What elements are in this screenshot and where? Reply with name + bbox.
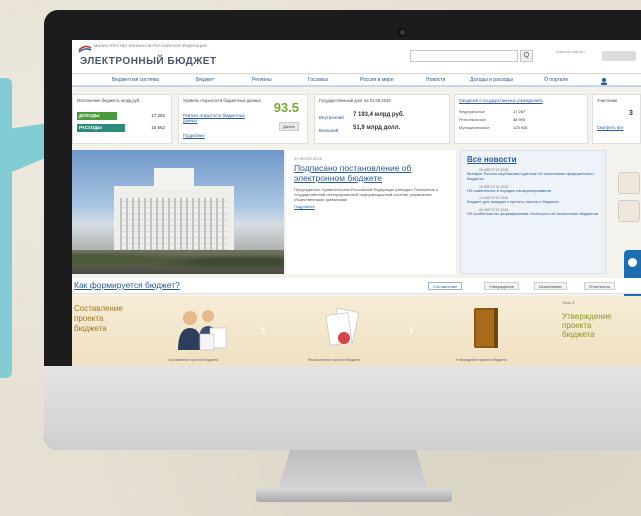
more-link[interactable]: Подробнее: [183, 133, 205, 138]
institutions-row-label: Муниципальные: [459, 125, 490, 130]
search-icon[interactable]: Q: [520, 50, 533, 62]
income-bar: ДОХОДЫ: [77, 112, 117, 120]
document-icon[interactable]: [618, 172, 640, 194]
openness-score: 93.5: [273, 100, 299, 115]
nav-item[interactable]: Бюджет: [196, 77, 214, 83]
search-input[interactable]: [410, 50, 518, 62]
building-tower: [154, 168, 194, 190]
news-text[interactable]: Об особенностях формирования отчетности …: [467, 211, 599, 217]
building-windows: [120, 198, 228, 250]
widget-title: Государственный долг на 01.08.2016: [319, 98, 391, 103]
logo-subtitle: МИНИСТЕРСТВО ФИНАНСОВ РОССИЙСКОЙ ФЕДЕРАЦ…: [94, 43, 207, 48]
coins-icon[interactable]: [618, 200, 640, 222]
hero-title[interactable]: Подписано постановление об электронном б…: [294, 163, 448, 183]
widget-title: Исполнение бюджета, млрд руб.: [77, 98, 141, 103]
details-button[interactable]: Далее: [279, 122, 299, 131]
process-text-line: Утверждение: [562, 312, 612, 321]
all-news-link[interactable]: Все новости: [467, 155, 599, 164]
participants-widget[interactable]: Участники 3 Смотреть все: [592, 94, 641, 144]
process-text-line: проекта: [562, 321, 592, 330]
news-text[interactable]: Минфин России опубликовал данные об испо…: [467, 171, 599, 182]
process-text-line: бюджета: [74, 324, 107, 333]
hero-body: Председатель Правительства Российской Фе…: [294, 187, 439, 202]
nav-item[interactable]: Доходы и расходы: [470, 77, 513, 83]
institutions-row-value: 17 287: [513, 109, 526, 114]
nav-item[interactable]: Регионы: [252, 77, 272, 83]
section-bar: Как формируется бюджет? Составление Утве…: [72, 278, 641, 294]
news-text[interactable]: Об изменениях в порядке санкционирования: [467, 188, 599, 194]
rating-link[interactable]: Рейтинг открытости бюджетных данных: [183, 113, 253, 123]
monitor-base: [256, 488, 452, 502]
expense-bar: РАСХОДЫ: [77, 124, 125, 132]
nav-item[interactable]: Россия в мире: [360, 77, 394, 83]
institutions-row-label: Федеральные: [459, 109, 485, 114]
process-banner: Составление проекта бюджета › › Этап 3 У…: [72, 296, 641, 366]
state-debt-widget[interactable]: Государственный долг на 01.08.2016 Внутр…: [314, 94, 450, 144]
process-right-text: Утверждение проекта бюджета: [562, 312, 612, 339]
chevron-right-icon: ›: [408, 320, 414, 340]
logo-icon: [78, 45, 92, 53]
monitor-stand: [278, 450, 428, 490]
institutions-row-value: 38 993: [513, 117, 526, 122]
budget-execution-widget[interactable]: Исполнение бюджета, млрд руб. ДОХОДЫ 17 …: [72, 94, 172, 144]
refresh-icon[interactable]: [628, 258, 637, 267]
institutions-row-label: Региональные: [459, 117, 486, 122]
chevron-right-icon: ›: [260, 320, 266, 340]
process-caption: Рассмотрение проекта бюджета: [308, 358, 361, 362]
logo-title[interactable]: ЭЛЕКТРОННЫЙ БЮДЖЕТ: [80, 56, 217, 67]
site-header: МИНИСТЕРСТВО ФИНАНСОВ РОССИЙСКОЙ ФЕДЕРАЦ…: [72, 40, 641, 74]
people-icon[interactable]: [172, 306, 232, 354]
tab-execute[interactable]: Исполнение: [534, 282, 567, 290]
news-item[interactable]: 25 АВГУСТА 2016 Минфин России опубликова…: [467, 168, 599, 182]
expense-value: 15 662: [151, 125, 165, 130]
screen: МИНИСТЕРСТВО ФИНАНСОВ РОССИЙСКОЙ ФЕДЕРАЦ…: [72, 40, 641, 366]
debt-internal-label[interactable]: Внутренний: [319, 115, 344, 120]
book-icon[interactable]: [466, 304, 506, 354]
hero-article: 21 ИЮЛЯ 2016 Подписано постановление об …: [286, 150, 456, 274]
institutions-widget[interactable]: Сведения о государственных учреждениях Ф…: [454, 94, 588, 144]
process-caption: Утверждение проекта бюджета: [456, 358, 507, 362]
tab-compose[interactable]: Составление: [428, 282, 463, 290]
nav-item[interactable]: Бюджетная система: [112, 77, 159, 83]
version-toggle[interactable]: [602, 51, 636, 61]
nav-item[interactable]: Новости: [426, 77, 445, 83]
nav-item[interactable]: О портале: [544, 77, 568, 83]
process-text-line: проекта: [74, 314, 104, 323]
process-left-text: Составление проекта бюджета: [74, 304, 123, 334]
news-text[interactable]: Бюджет для граждан к проекту закона о бю…: [467, 200, 599, 205]
trees: [72, 250, 284, 274]
process-text-line: Составление: [74, 304, 123, 313]
institutions-row-value: 125 926: [513, 125, 528, 130]
documents-icon[interactable]: [320, 304, 368, 352]
header-portal-link[interactable]: Единый портал: [556, 49, 596, 54]
news-item[interactable]: 05 АВГУСТА 2016 Об особенностях формиров…: [467, 208, 599, 217]
widget-title: Участники: [597, 98, 618, 103]
news-item[interactable]: 19 АВГУСТА 2016 Об изменениях в порядке …: [467, 185, 599, 194]
debt-external-value: 51,9 млрд долл.: [353, 125, 401, 131]
nav-item[interactable]: Госзаказ: [308, 77, 328, 83]
openness-widget[interactable]: Уровень открытости бюджетных данных Рейт…: [178, 94, 308, 144]
widgets-row: Исполнение бюджета, млрд руб. ДОХОДЫ 17 …: [72, 94, 641, 146]
debt-internal-value: 7 193,4 млрд руб.: [353, 112, 405, 118]
debt-external-label[interactable]: Внешний: [319, 128, 338, 133]
process-text-line: бюджета: [562, 330, 595, 339]
process-caption: Составление проекта бюджета: [168, 358, 219, 362]
widget-title[interactable]: Сведения о государственных учреждениях: [459, 98, 583, 103]
income-value: 17 282: [151, 113, 165, 118]
user-icon[interactable]: [600, 77, 608, 85]
see-all-link[interactable]: Смотреть все: [597, 125, 623, 130]
tab-approve[interactable]: Утверждение: [484, 282, 519, 290]
hero-image[interactable]: [72, 150, 284, 274]
news-panel: Все новости 25 АВГУСТА 2016 Минфин Росси…: [460, 150, 606, 274]
process-step-label: Этап 3: [562, 300, 575, 305]
monitor-chin: [44, 366, 641, 450]
main-nav: Бюджетная система Бюджет Регионы Госзака…: [72, 75, 641, 87]
news-item[interactable]: 12 АВГУСТА 2016 Бюджет для граждан к про…: [467, 196, 599, 205]
tab-report[interactable]: Отчетность: [584, 282, 616, 290]
hero-more-link[interactable]: Подробнее: [294, 204, 448, 209]
hero-date: 21 ИЮЛЯ 2016: [294, 156, 322, 161]
participants-count: 3: [629, 110, 633, 117]
section-title[interactable]: Как формируется бюджет?: [74, 280, 180, 290]
camera-icon: [398, 28, 407, 37]
